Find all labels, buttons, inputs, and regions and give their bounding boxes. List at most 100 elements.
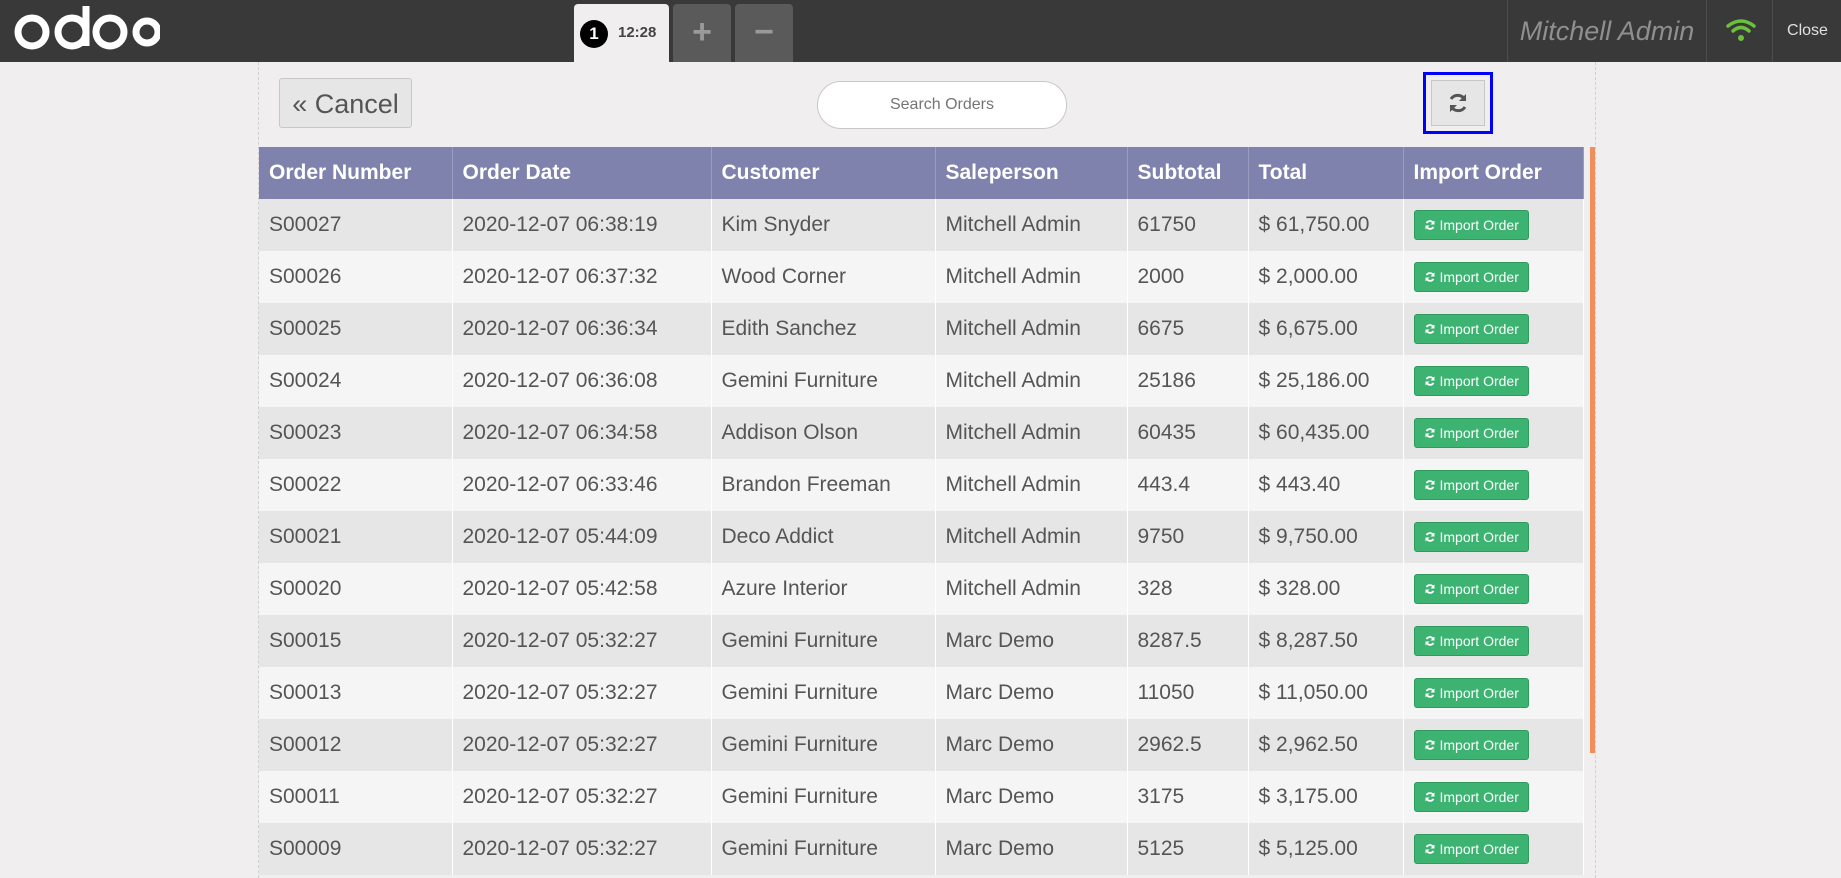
remove-order-button[interactable]: − bbox=[735, 4, 793, 62]
saleperson-cell: Marc Demo bbox=[935, 771, 1128, 823]
import-cell: Import Order bbox=[1403, 355, 1584, 407]
import-cell: Import Order bbox=[1403, 511, 1584, 563]
refresh-icon bbox=[1425, 792, 1434, 802]
saleperson-cell: Mitchell Admin bbox=[935, 511, 1128, 563]
customer-cell: Gemini Furniture bbox=[711, 615, 936, 667]
table-row[interactable]: S00027 2020-12-07 06:38:19 Kim Snyder Mitch… bbox=[259, 199, 1584, 251]
customer-cell: Gemini Furniture bbox=[711, 667, 936, 719]
order-tab[interactable]: 1 12:28 bbox=[574, 4, 669, 62]
import-order-label: Import Order bbox=[1439, 269, 1519, 285]
order-date-cell: 2020-12-07 06:38:19 bbox=[452, 199, 712, 251]
customer-cell: Gemini Furniture bbox=[711, 719, 936, 771]
customer-cell: Addison Olson bbox=[711, 407, 936, 459]
refresh-icon bbox=[1425, 220, 1434, 230]
order-number-cell: S00020 bbox=[259, 563, 453, 615]
order-date-cell: 2020-12-07 05:32:27 bbox=[452, 823, 712, 875]
import-order-button[interactable]: Import Order bbox=[1413, 730, 1529, 760]
add-order-button[interactable]: + bbox=[673, 4, 731, 62]
table-row[interactable]: S00011 2020-12-07 05:32:27 Gemini Furnitur… bbox=[259, 771, 1584, 823]
saleperson-cell: Marc Demo bbox=[935, 719, 1128, 771]
import-order-button[interactable]: Import Order bbox=[1413, 834, 1529, 864]
import-order-button[interactable]: Import Order bbox=[1413, 678, 1529, 708]
table-row[interactable]: S00022 2020-12-07 06:33:46 Brandon Freeman… bbox=[259, 459, 1584, 511]
subtotal-cell: 328 bbox=[1127, 563, 1249, 615]
order-list-screen: « Cancel Order NumberOrder DateCustomerS… bbox=[258, 62, 1596, 878]
import-order-button[interactable]: Import Order bbox=[1413, 782, 1529, 812]
subtotal-cell: 443.4 bbox=[1127, 459, 1249, 511]
import-order-label: Import Order bbox=[1439, 581, 1519, 597]
import-order-button[interactable]: Import Order bbox=[1413, 262, 1529, 292]
search-orders-input[interactable] bbox=[817, 81, 1067, 129]
table-row[interactable]: S00013 2020-12-07 05:32:27 Gemini Furnitur… bbox=[259, 667, 1584, 719]
refresh-icon bbox=[1425, 584, 1434, 594]
scrollbar[interactable] bbox=[1590, 147, 1595, 753]
order-number-cell: S00027 bbox=[259, 199, 453, 251]
order-time: 12:28 bbox=[618, 24, 657, 41]
user-name: Mitchell Admin bbox=[1507, 0, 1707, 62]
refresh-icon bbox=[1425, 636, 1434, 646]
import-order-button[interactable]: Import Order bbox=[1413, 626, 1529, 656]
order-number-cell: S00022 bbox=[259, 459, 453, 511]
order-number-cell: S00024 bbox=[259, 355, 453, 407]
order-date-cell: 2020-12-07 05:32:27 bbox=[452, 667, 712, 719]
import-cell: Import Order bbox=[1403, 303, 1584, 355]
customer-cell: Wood Corner bbox=[711, 251, 936, 303]
total-cell: $ 9,750.00 bbox=[1248, 511, 1404, 563]
total-cell: $ 8,287.50 bbox=[1248, 615, 1404, 667]
order-date-cell: 2020-12-07 06:37:32 bbox=[452, 251, 712, 303]
close-button[interactable]: Close bbox=[1772, 0, 1841, 62]
table-row[interactable]: S00023 2020-12-07 06:34:58 Addison Olson Mi… bbox=[259, 407, 1584, 459]
saleperson-cell: Mitchell Admin bbox=[935, 355, 1128, 407]
import-order-label: Import Order bbox=[1439, 425, 1519, 441]
order-number-cell: S00026 bbox=[259, 251, 453, 303]
import-order-button[interactable]: Import Order bbox=[1413, 210, 1529, 240]
subtotal-cell: 2000 bbox=[1127, 251, 1249, 303]
import-order-button[interactable]: Import Order bbox=[1413, 418, 1529, 448]
import-cell: Import Order bbox=[1403, 199, 1584, 251]
import-order-button[interactable]: Import Order bbox=[1413, 366, 1529, 396]
order-date-cell: 2020-12-07 05:32:27 bbox=[452, 771, 712, 823]
saleperson-cell: Marc Demo bbox=[935, 667, 1128, 719]
import-order-label: Import Order bbox=[1439, 633, 1519, 649]
cancel-button[interactable]: « Cancel bbox=[279, 78, 412, 128]
import-cell: Import Order bbox=[1403, 615, 1584, 667]
column-header: Order Date bbox=[452, 147, 712, 199]
refresh-icon bbox=[1425, 324, 1434, 334]
import-order-button[interactable]: Import Order bbox=[1413, 522, 1529, 552]
import-cell: Import Order bbox=[1403, 771, 1584, 823]
subtotal-cell: 5125 bbox=[1127, 823, 1249, 875]
import-order-button[interactable]: Import Order bbox=[1413, 314, 1529, 344]
import-cell: Import Order bbox=[1403, 407, 1584, 459]
order-date-cell: 2020-12-07 05:32:27 bbox=[452, 615, 712, 667]
refresh-icon bbox=[1425, 740, 1434, 750]
total-cell: $ 11,050.00 bbox=[1248, 667, 1404, 719]
total-cell: $ 2,000.00 bbox=[1248, 251, 1404, 303]
import-cell: Import Order bbox=[1403, 719, 1584, 771]
order-number-cell: S00025 bbox=[259, 303, 453, 355]
wifi-icon bbox=[1726, 19, 1756, 41]
subtotal-cell: 61750 bbox=[1127, 199, 1249, 251]
order-number-cell: S00011 bbox=[259, 771, 453, 823]
total-cell: $ 25,186.00 bbox=[1248, 355, 1404, 407]
table-row[interactable]: S00021 2020-12-07 05:44:09 Deco Addict Mitc… bbox=[259, 511, 1584, 563]
table-row[interactable]: S00009 2020-12-07 05:32:27 Gemini Furnitur… bbox=[259, 823, 1584, 875]
customer-cell: Gemini Furniture bbox=[711, 355, 936, 407]
refresh-icon bbox=[1425, 272, 1434, 282]
table-row[interactable]: S00025 2020-12-07 06:36:34 Edith Sanchez Mi… bbox=[259, 303, 1584, 355]
saleperson-cell: Marc Demo bbox=[935, 615, 1128, 667]
import-order-button[interactable]: Import Order bbox=[1413, 574, 1529, 604]
table-row[interactable]: S00026 2020-12-07 06:37:32 Wood Corner Mitc… bbox=[259, 251, 1584, 303]
table-row[interactable]: S00012 2020-12-07 05:32:27 Gemini Furnitur… bbox=[259, 719, 1584, 771]
subtotal-cell: 9750 bbox=[1127, 511, 1249, 563]
refresh-button[interactable] bbox=[1423, 72, 1493, 134]
table-row[interactable]: S00020 2020-12-07 05:42:58 Azure Interior M… bbox=[259, 563, 1584, 615]
column-header: Import Order bbox=[1403, 147, 1584, 199]
import-order-label: Import Order bbox=[1439, 685, 1519, 701]
saleperson-cell: Mitchell Admin bbox=[935, 563, 1128, 615]
table-row[interactable]: S00015 2020-12-07 05:32:27 Gemini Furnitur… bbox=[259, 615, 1584, 667]
saleperson-cell: Mitchell Admin bbox=[935, 407, 1128, 459]
order-date-cell: 2020-12-07 05:42:58 bbox=[452, 563, 712, 615]
import-order-button[interactable]: Import Order bbox=[1413, 470, 1529, 500]
import-cell: Import Order bbox=[1403, 823, 1584, 875]
table-row[interactable]: S00024 2020-12-07 06:36:08 Gemini Furnitur… bbox=[259, 355, 1584, 407]
